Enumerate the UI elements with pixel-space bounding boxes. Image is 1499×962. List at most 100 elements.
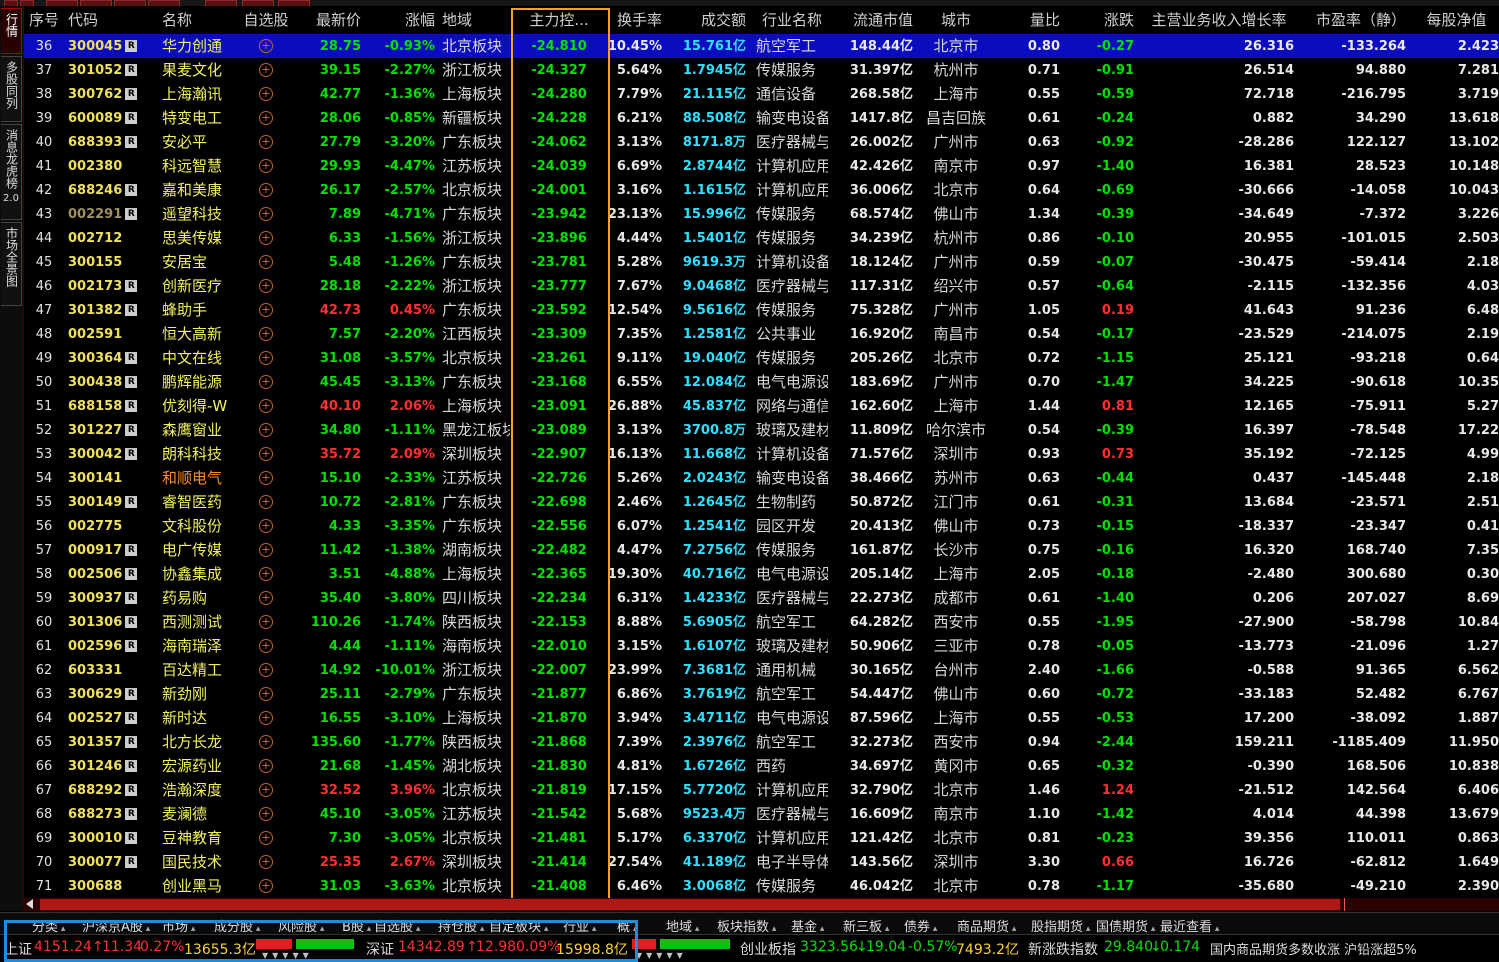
left-tab-quotes[interactable]: 行情 <box>1 8 22 54</box>
add-watchlist-icon[interactable]: + <box>259 471 273 485</box>
add-watchlist-icon[interactable]: + <box>259 687 273 701</box>
table-row[interactable]: 64 002527 R 新时达 +16.55 -3.10% 上海板块 -21.870 3.94%… <box>24 706 1499 730</box>
add-watchlist-icon[interactable]: + <box>259 279 273 293</box>
bottom-tab[interactable]: 市场 <box>162 916 195 935</box>
header-vr[interactable]: 量比 <box>990 6 1060 34</box>
left-tab-news-dragon[interactable]: 消息龙虎榜 2.0 <box>1 124 22 220</box>
bottom-tab[interactable]: 自选股 <box>374 916 420 935</box>
table-row[interactable]: 44 002712 思美传媒 +6.33 -1.56% 浙江板块 -23.896 4.44% 1… <box>24 226 1499 250</box>
header-price[interactable]: 最新价 <box>300 6 361 34</box>
bottom-tab[interactable]: 成分股 <box>214 916 260 935</box>
bottom-tab[interactable]: 国债期货 <box>1096 916 1155 935</box>
news-ticker[interactable]: 国内商品期货多数收涨 沪铅涨超5% <box>1210 939 1417 958</box>
table-row[interactable]: 59 300937 R 药易购 +35.40 -3.80% 四川板块 -22.234 6.31%… <box>24 586 1499 610</box>
table-row[interactable]: 62 603331 百达精工 +14.92 -10.01% 浙江板块 -22.007 23.9… <box>24 658 1499 682</box>
add-watchlist-icon[interactable]: + <box>259 543 273 557</box>
add-watchlist-icon[interactable]: + <box>259 303 273 317</box>
table-row[interactable]: 51 688158 R 优刻得-W +40.10 2.06% 上海板块 -23.091 26.8… <box>24 394 1499 418</box>
table-row[interactable]: 61 002596 R 海南瑞泽 +4.44 -1.11% 海南板块 -22.010 3.15%… <box>24 634 1499 658</box>
add-watchlist-icon[interactable]: + <box>259 735 273 749</box>
add-watchlist-icon[interactable]: + <box>259 399 273 413</box>
table-row[interactable]: 57 000917 R 电广传媒 +11.42 -1.38% 湖南板块 -22.482 4.47… <box>24 538 1499 562</box>
add-watchlist-icon[interactable]: + <box>259 63 273 77</box>
add-watchlist-icon[interactable]: + <box>259 711 273 725</box>
header-growth[interactable]: 主营业务收入增长率 <box>1144 6 1294 34</box>
bottom-tab[interactable]: 行业 <box>563 916 596 935</box>
add-watchlist-icon[interactable]: + <box>259 639 273 653</box>
add-watchlist-icon[interactable]: + <box>259 783 273 797</box>
bottom-tab[interactable]: 持仓股 <box>438 916 484 935</box>
header-code[interactable]: 代码 <box>68 6 158 34</box>
add-watchlist-icon[interactable]: + <box>259 111 273 125</box>
table-row[interactable]: 52 301227 R 森鹰窗业 +34.80 -1.11% 黑龙江板块 -23.089 3.1… <box>24 418 1499 442</box>
header-region[interactable]: 地域 <box>442 6 510 34</box>
add-watchlist-icon[interactable]: + <box>259 519 273 533</box>
add-watchlist-icon[interactable]: + <box>259 255 273 269</box>
add-watchlist-icon[interactable]: + <box>259 375 273 389</box>
add-watchlist-icon[interactable]: + <box>259 591 273 605</box>
add-watchlist-icon[interactable]: + <box>259 423 273 437</box>
header-fav[interactable]: 自选股 <box>234 6 298 34</box>
add-watchlist-icon[interactable]: + <box>259 759 273 773</box>
table-row[interactable]: 50 300438 R 鹏辉能源 +45.45 -3.13% 广东板块 -23.168 6.55… <box>24 370 1499 394</box>
table-row[interactable]: 68 688273 R 麦澜德 +45.10 -3.05% 江苏板块 -21.542 5.68%… <box>24 802 1499 826</box>
add-watchlist-icon[interactable]: + <box>259 615 273 629</box>
bottom-tab[interactable]: 概 <box>617 916 637 935</box>
table-row[interactable]: 42 688246 R 嘉和美康 +26.17 -2.57% 北京板块 -24.001 3.16… <box>24 178 1499 202</box>
table-row[interactable]: 53 300042 R 朗科科技 +35.72 2.09% 深圳板块 -22.907 16.13… <box>24 442 1499 466</box>
table-row[interactable]: 65 301357 R 北方长龙 +135.60 -1.77% 陕西板块 -21.868 7.3… <box>24 730 1499 754</box>
add-watchlist-icon[interactable]: + <box>259 159 273 173</box>
add-watchlist-icon[interactable]: + <box>259 87 273 101</box>
bottom-tab[interactable]: 债券 <box>904 916 937 935</box>
table-row[interactable]: 55 300149 R 睿智医药 +10.72 -2.81% 广东板块 -22.698 2.46… <box>24 490 1499 514</box>
header-seq[interactable]: 序号 <box>24 6 64 34</box>
bottom-tab[interactable]: 分类 <box>32 916 65 935</box>
table-row[interactable]: 38 300762 R 上海瀚讯 +42.77 -1.36% 上海板块 -24.280 7.79… <box>24 82 1499 106</box>
table-row[interactable]: 70 300077 R 国民技术 +25.35 2.67% 深圳板块 -21.414 27.54… <box>24 850 1499 874</box>
table-row[interactable]: 69 300010 R 豆神教育 +7.30 -3.05% 北京板块 -21.481 5.17%… <box>24 826 1499 850</box>
bottom-tab[interactable]: 沪深京A股 <box>82 916 150 935</box>
add-watchlist-icon[interactable]: + <box>259 447 273 461</box>
bottom-tab[interactable]: 新三板 <box>843 916 889 935</box>
table-row[interactable]: 39 600089 R 特变电工 +28.06 -0.85% 新疆板块 -24.228 6.21… <box>24 106 1499 130</box>
bottom-tab[interactable]: 最近查看 <box>1160 916 1219 935</box>
add-watchlist-icon[interactable]: + <box>259 135 273 149</box>
header-main[interactable]: 主力控... <box>512 6 606 34</box>
table-row[interactable]: 54 300141 和顺电气 +15.10 -2.33% 江苏板块 -22.726 5.26%… <box>24 466 1499 490</box>
table-row[interactable]: 45 300155 安居宝 +5.48 -1.26% 广东板块 -23.781 5.28% 96… <box>24 250 1499 274</box>
header-chg_pct[interactable]: 涨幅 <box>364 6 435 34</box>
scroll-left-arrow-icon[interactable] <box>26 899 33 909</box>
table-row[interactable]: 47 301382 R 蜂助手 +42.73 0.45% 广东板块 -23.592 12.54%… <box>24 298 1499 322</box>
header-chg[interactable]: 涨跌 <box>1064 6 1134 34</box>
bottom-tab[interactable]: 风险股 <box>278 916 324 935</box>
table-row[interactable]: 48 002591 恒大高新 +7.57 -2.20% 江西板块 -23.309 7.35% 1… <box>24 322 1499 346</box>
table-row[interactable]: 41 002380 科远智慧 +29.93 -4.47% 江苏板块 -24.039 6.69%… <box>24 154 1499 178</box>
add-watchlist-icon[interactable]: + <box>259 495 273 509</box>
add-watchlist-icon[interactable]: + <box>259 327 273 341</box>
header-pe[interactable]: 市盈率（静） <box>1294 6 1406 34</box>
horizontal-scrollbar[interactable] <box>24 898 1499 911</box>
bottom-tab[interactable]: 商品期货 <box>957 916 1016 935</box>
table-row[interactable]: 58 002506 R 协鑫集成 +3.51 -4.88% 上海板块 -22.365 19.30… <box>24 562 1499 586</box>
table-row[interactable]: 56 002775 文科股份 +4.33 -3.35% 广东板块 -22.556 6.07% 1… <box>24 514 1499 538</box>
table-row[interactable]: 49 300364 R 中文在线 +31.08 -3.57% 北京板块 -23.261 9.11… <box>24 346 1499 370</box>
add-watchlist-icon[interactable]: + <box>259 39 273 53</box>
bottom-tab[interactable]: 自定板块 <box>489 916 548 935</box>
add-watchlist-icon[interactable]: + <box>259 879 273 893</box>
add-watchlist-icon[interactable]: + <box>259 207 273 221</box>
table-row[interactable]: 63 300629 R 新劲刚 +25.11 -2.79% 广东板块 -21.877 6.86%… <box>24 682 1499 706</box>
header-amount[interactable]: 成交额 <box>666 6 746 34</box>
table-row[interactable]: 71 300688 创业黑马 +31.03 -3.63% 北京板块 -21.408 6.46%… <box>24 874 1499 898</box>
bottom-tab[interactable]: B股 <box>342 916 371 935</box>
bottom-tab[interactable]: 板块指数 <box>717 916 776 935</box>
table-row[interactable]: 46 002173 R 创新医疗 +28.18 -2.22% 浙江板块 -23.777 7.67… <box>24 274 1499 298</box>
add-watchlist-icon[interactable]: + <box>259 807 273 821</box>
header-name[interactable]: 名称 <box>162 6 234 34</box>
table-row[interactable]: 40 688393 R 安必平 +27.79 -3.20% 广东板块 -24.062 3.13%… <box>24 130 1499 154</box>
add-watchlist-icon[interactable]: + <box>259 351 273 365</box>
header-industry[interactable]: 行业名称 <box>756 6 828 34</box>
add-watchlist-icon[interactable]: + <box>259 855 273 869</box>
add-watchlist-icon[interactable]: + <box>259 567 273 581</box>
table-row[interactable]: 37 301052 R 果麦文化 +39.15 -2.27% 浙江板块 -24.327 5.64… <box>24 58 1499 82</box>
bottom-tab[interactable]: 地域 <box>666 916 699 935</box>
